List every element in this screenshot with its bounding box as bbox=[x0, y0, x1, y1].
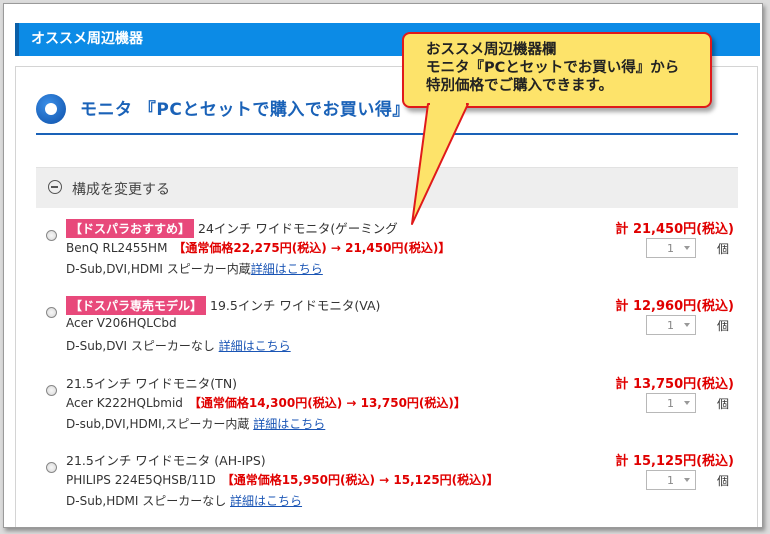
change-configuration-label: 構成を変更する bbox=[72, 182, 170, 198]
product-row: 21.5インチ ワイドモニタ(TN) Acer K222HQLbmid 【通常価格… bbox=[36, 373, 738, 439]
product-price: 計 21,450円(税込) bbox=[615, 222, 734, 237]
product-badge: 【ドスパラ専売モデル】 bbox=[66, 296, 207, 315]
product-price: 計 15,125円(税込) bbox=[615, 454, 734, 469]
collapse-minus-icon bbox=[48, 180, 62, 194]
product-features-line: D-Sub,DVI,HDMI スピーカー内蔵詳細はこちら bbox=[66, 260, 323, 277]
quantity-value: 1 bbox=[667, 319, 674, 332]
chevron-down-icon bbox=[684, 246, 690, 250]
product-details-link[interactable]: 詳細はこちら bbox=[251, 262, 323, 276]
product-features-line: D-sub,DVI,HDMI,スピーカー内蔵 詳細はこちら bbox=[66, 415, 325, 432]
quantity-value: 1 bbox=[667, 397, 674, 410]
product-title-line: 21.5インチ ワイドモニタ (AH-IPS) bbox=[66, 450, 266, 469]
callout-line: おススメ周辺機器欄 bbox=[426, 42, 557, 58]
chevron-down-icon bbox=[684, 401, 690, 405]
product-price-note: 【通常価格15,950円(税込) → 15,125円(税込)】 bbox=[221, 473, 499, 487]
product-model-line: BenQ RL2455HM 【通常価格22,275円(税込) → 21,450円(… bbox=[66, 239, 450, 256]
product-features: D-Sub,DVI スピーカーなし bbox=[66, 339, 215, 353]
product-price-note: 【通常価格22,275円(税込) → 21,450円(税込)】 bbox=[173, 241, 451, 255]
product-name: 19.5インチ ワイドモニタ(VA) bbox=[210, 298, 381, 313]
product-features: D-sub,DVI,HDMI,スピーカー内蔵 bbox=[66, 417, 250, 431]
quantity-unit: 個 bbox=[717, 474, 730, 488]
quantity-select[interactable]: 1 bbox=[646, 315, 696, 335]
screenshot-frame: オススメ周辺機器 モニタ 『PCとセットで購入でお買い得』 構成を変更する 【ド… bbox=[3, 3, 763, 528]
chevron-down-icon bbox=[684, 323, 690, 327]
product-model: PHILIPS 224E5QHSB/11D bbox=[66, 473, 216, 487]
quantity-value: 1 bbox=[667, 242, 674, 255]
callout-line: 特別価格でご購入できます。 bbox=[426, 78, 614, 94]
product-model: Acer K222HQLbmid bbox=[66, 396, 183, 410]
product-model-line: Acer K222HQLbmid 【通常価格14,300円(税込) → 13,75… bbox=[66, 394, 466, 411]
product-features-line: D-Sub,DVI スピーカーなし 詳細はこちら bbox=[66, 337, 291, 354]
quantity-unit: 個 bbox=[717, 242, 730, 256]
product-name: 21.5インチ ワイドモニタ (AH-IPS) bbox=[66, 453, 266, 468]
product-title-line: 21.5インチ ワイドモニタ(TN) bbox=[66, 373, 237, 392]
quantity-unit: 個 bbox=[717, 397, 730, 411]
product-badge: 【ドスパラおすすめ】 bbox=[66, 219, 195, 238]
product-model-line: Acer V206HQLCbd bbox=[66, 316, 177, 330]
quantity-select[interactable]: 1 bbox=[646, 238, 696, 258]
product-row: 【ドスパラおすすめ】 24インチ ワイドモニタ(ゲーミング BenQ RL2455… bbox=[36, 218, 738, 284]
product-details-link[interactable]: 詳細はこちら bbox=[230, 494, 302, 508]
product-model: Acer V206HQLCbd bbox=[66, 316, 177, 330]
product-title-line: 【ドスパラ専売モデル】 19.5インチ ワイドモニタ(VA) bbox=[66, 295, 380, 315]
callout-line: モニタ『PCとセットでお買い得』から bbox=[426, 60, 680, 76]
quantity-unit: 個 bbox=[717, 319, 730, 333]
product-title-line: 【ドスパラおすすめ】 24インチ ワイドモニタ(ゲーミング bbox=[66, 218, 398, 238]
circle-bullet-icon bbox=[36, 94, 66, 124]
product-details-link[interactable]: 詳細はこちら bbox=[253, 417, 325, 431]
product-radio[interactable] bbox=[46, 307, 57, 318]
product-features: D-Sub,DVI,HDMI スピーカー内蔵 bbox=[66, 262, 251, 276]
change-configuration-toggle[interactable]: 構成を変更する bbox=[36, 167, 738, 208]
product-price: 計 12,960円(税込) bbox=[615, 299, 734, 314]
quantity-select[interactable]: 1 bbox=[646, 470, 696, 490]
product-features-line: D-Sub,HDMI スピーカーなし 詳細はこちら bbox=[66, 492, 302, 509]
product-name: 24インチ ワイドモニタ(ゲーミング bbox=[198, 221, 398, 236]
product-row: 【ドスパラ専売モデル】 19.5インチ ワイドモニタ(VA) Acer V206H… bbox=[36, 295, 738, 361]
product-radio[interactable] bbox=[46, 385, 57, 396]
product-price-note: 【通常価格14,300円(税込) → 13,750円(税込)】 bbox=[188, 396, 466, 410]
product-features: D-Sub,HDMI スピーカーなし bbox=[66, 494, 227, 508]
content-panel: モニタ 『PCとセットで購入でお買い得』 構成を変更する 【ドスパラおすすめ】 2… bbox=[15, 66, 758, 527]
quantity-select[interactable]: 1 bbox=[646, 393, 696, 413]
product-price: 計 13,750円(税込) bbox=[615, 377, 734, 392]
product-row: 21.5インチ ワイドモニタ (AH-IPS) PHILIPS 224E5QHS… bbox=[36, 450, 738, 516]
chevron-down-icon bbox=[684, 478, 690, 482]
product-details-link[interactable]: 詳細はこちら bbox=[219, 339, 291, 353]
product-radio[interactable] bbox=[46, 230, 57, 241]
product-model: BenQ RL2455HM bbox=[66, 241, 168, 255]
product-name: 21.5インチ ワイドモニタ(TN) bbox=[66, 376, 238, 391]
section-title-text: モニタ 『PCとセットで購入でお買い得』 bbox=[80, 100, 410, 120]
quantity-value: 1 bbox=[667, 474, 674, 487]
product-model-line: PHILIPS 224E5QHSB/11D 【通常価格15,950円(税込) → … bbox=[66, 471, 499, 488]
product-radio[interactable] bbox=[46, 462, 57, 473]
annotation-callout: おススメ周辺機器欄 モニタ『PCとセットでお買い得』から 特別価格でご購入できま… bbox=[402, 32, 712, 108]
